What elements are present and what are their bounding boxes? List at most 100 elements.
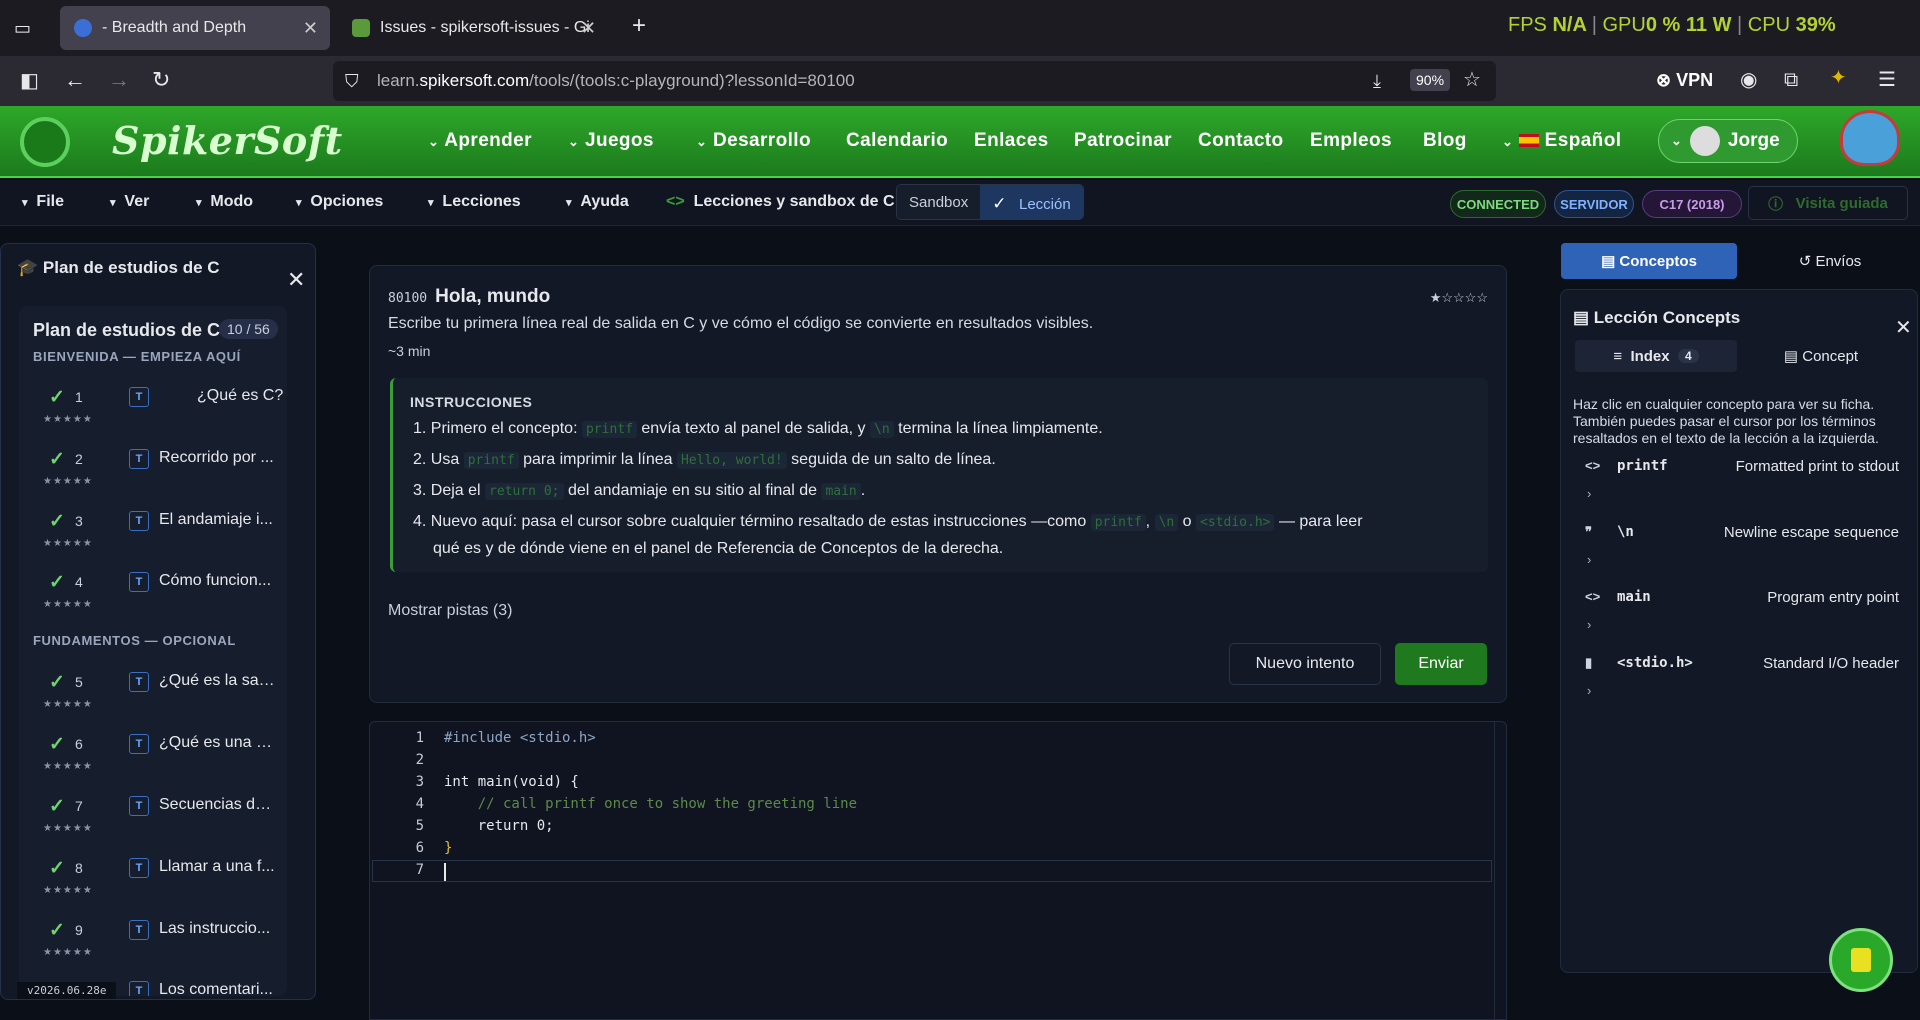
concept-term[interactable]: \n: [1154, 514, 1179, 531]
site-header: SpikerSoft ⌄ Aprender ⌄ Juegos ⌄ Desarro…: [0, 106, 1920, 178]
close-sidebar-icon[interactable]: ✕: [287, 269, 305, 291]
close-panel-icon[interactable]: ✕: [1895, 318, 1912, 338]
submit-button[interactable]: Enviar: [1395, 643, 1487, 685]
menu-ver[interactable]: ▾ Ver: [110, 193, 149, 211]
vpn-button[interactable]: ⊗ VPN: [1656, 70, 1713, 91]
close-tab-icon[interactable]: ✕: [581, 18, 596, 39]
check-icon: ✓: [49, 449, 65, 470]
line-number: 2: [415, 752, 424, 768]
concept-term[interactable]: printf: [1090, 514, 1146, 531]
download-icon[interactable]: ⤓: [1373, 71, 1381, 91]
line-number: 4: [415, 796, 424, 812]
tab-title: Issues - spikersoft-issues - Gitea: [380, 19, 590, 36]
menu-modo[interactable]: ▾ Modo: [196, 193, 253, 211]
nav-blog[interactable]: Blog: [1423, 130, 1467, 152]
tab-concepts[interactable]: ▤ Conceptos: [1561, 243, 1737, 279]
lesson-item[interactable]: ✓ 5 T ¿Qué es la sali... ★★★★★: [19, 663, 287, 725]
concept-item[interactable]: ❞ \n Newline escape sequence ›: [1571, 518, 1899, 580]
book-open-icon: ▤: [1601, 253, 1616, 270]
lesson-item[interactable]: ✓ 7 T Secuencias de... ★★★★★: [19, 787, 287, 849]
concept-term[interactable]: \n: [870, 421, 894, 438]
lesson-item[interactable]: ✓ 8 T Llamar a una f... ★★★★★: [19, 849, 287, 911]
account-icon[interactable]: ◉: [1740, 70, 1757, 90]
list-icon: ≡: [1613, 347, 1623, 365]
concept-item[interactable]: <> main Program entry point ›: [1571, 583, 1899, 645]
lesson-type-badge: T: [129, 920, 149, 940]
concept-term[interactable]: <stdio.h>: [1196, 514, 1275, 531]
show-hints-link[interactable]: Mostrar pistas (3): [388, 602, 512, 620]
line-number: 6: [415, 840, 424, 856]
menu-ayuda[interactable]: ▾ Ayuda: [566, 193, 629, 211]
lesson-item[interactable]: ✓ 6 T ¿Qué es una c... ★★★★★: [19, 725, 287, 787]
nav-enlaces[interactable]: Enlaces: [974, 130, 1049, 152]
menu-lecciones[interactable]: ▾ Lecciones: [428, 193, 521, 211]
browser-nav-bar: ◧ ← → ↻ ⛉ learn. spikersoft.com/tools/(to…: [0, 56, 1920, 106]
browser-tab-active[interactable]: - Breadth and Depth ✕: [60, 6, 330, 50]
retry-button[interactable]: Nuevo intento: [1229, 643, 1381, 685]
bookmark-star-icon[interactable]: ☆: [1463, 70, 1481, 90]
nav-juegos[interactable]: ⌄ Juegos: [568, 130, 654, 152]
editor-scrollbar[interactable]: [1494, 722, 1506, 1019]
notes-fab[interactable]: [1829, 928, 1893, 992]
user-menu[interactable]: ⌄ Jorge: [1658, 119, 1798, 163]
forward-icon[interactable]: →: [108, 69, 130, 91]
reload-icon[interactable]: ↻: [152, 69, 170, 91]
address-bar[interactable]: ⛉ learn. spikersoft.com/tools/(tools:c-pl…: [333, 61, 1496, 101]
concept-tab[interactable]: ▤ Concept: [1737, 340, 1905, 372]
browser-tab[interactable]: Issues - spikersoft-issues - Gitea ✕: [338, 6, 608, 50]
lesson-type-badge: T: [129, 449, 149, 469]
code-icon: <>: [1585, 458, 1601, 473]
index-tab[interactable]: ≡ Index 4: [1575, 340, 1737, 372]
concept-item[interactable]: ▮ <stdio.h> Standard I/O header ›: [1571, 649, 1899, 711]
lesson-item[interactable]: ✓ 2 T Recorrido por ... ★★★★★: [19, 440, 287, 502]
avatar: [1689, 126, 1720, 156]
concept-term[interactable]: main: [821, 483, 861, 500]
extensions-icon[interactable]: ⧉: [1784, 70, 1798, 90]
toggle-sandbox[interactable]: Sandbox: [897, 185, 981, 219]
check-icon: ✓: [49, 387, 65, 408]
lesson-item[interactable]: ✓ 3 T El andamiaje i... ★★★★★: [19, 502, 287, 564]
nav-contacto[interactable]: Contacto: [1198, 130, 1284, 152]
rating-stars: ★★★★★: [43, 761, 93, 772]
close-tab-icon[interactable]: ✕: [303, 18, 318, 39]
concept-item[interactable]: <> printf Formatted print to stdout ›: [1571, 452, 1899, 514]
lesson-item[interactable]: ✓ 1 T ¿Qué es C? ★★★★★: [19, 378, 287, 440]
tab-overview-icon[interactable]: ▭: [14, 18, 31, 38]
menu-opciones[interactable]: ▾ Opciones: [296, 193, 383, 211]
language-selector[interactable]: ⌄ Español: [1502, 130, 1621, 152]
code-line: }: [444, 840, 453, 856]
new-tab-icon[interactable]: +: [632, 14, 646, 38]
guided-tour-button[interactable]: ⓘ Visita guiada: [1748, 186, 1908, 220]
nav-patrocinar[interactable]: Patrocinar: [1074, 130, 1172, 152]
nav-desarrollo[interactable]: ⌄ Desarrollo: [696, 130, 811, 152]
menu-file[interactable]: ▾ File: [22, 193, 64, 211]
instructions-title: INSTRUCCIONES: [410, 394, 533, 410]
toggle-lesson[interactable]: ✓ Lección: [980, 185, 1083, 219]
tab-submissions[interactable]: ↺ Envíos: [1742, 243, 1918, 279]
check-icon: ✓: [49, 572, 65, 593]
instruction-step: 2. Usa printf para imprimir la línea Hel…: [413, 451, 996, 469]
back-icon[interactable]: ←: [64, 69, 86, 91]
code-editor[interactable]: 1 #include <stdio.h> 2 3 int main(void) …: [369, 721, 1507, 1020]
nav-empleos[interactable]: Empleos: [1310, 130, 1392, 152]
sidebar-toggle-icon[interactable]: ◧: [20, 71, 39, 91]
lesson-rating-stars[interactable]: ★☆☆☆☆: [1430, 290, 1488, 306]
concept-term[interactable]: printf: [463, 452, 519, 469]
vpn-icon: ⊗: [1656, 70, 1672, 90]
concept-term[interactable]: printf: [581, 421, 637, 438]
menu-icon[interactable]: ☰: [1878, 70, 1896, 90]
nav-calendario[interactable]: Calendario: [846, 130, 948, 152]
quote-icon: ❞: [1585, 524, 1592, 539]
code-icon: <>: [666, 193, 685, 210]
lesson-item[interactable]: ✓ 9 T Las instruccio... ★★★★★: [19, 911, 287, 973]
extension-badge-icon[interactable]: ✦: [1830, 68, 1847, 88]
site-logo[interactable]: SpikerSoft: [112, 118, 343, 163]
breadcrumb: <> Lecciones y sandbox de C: [666, 193, 895, 210]
lesson-type-badge: T: [129, 387, 149, 407]
zoom-badge[interactable]: 90%: [1410, 69, 1451, 91]
lesson-item[interactable]: ✓ 4 T Cómo funcion... ★★★★★: [19, 563, 287, 625]
concept-term[interactable]: return 0;: [485, 483, 564, 500]
nav-aprender[interactable]: ⌄ Aprender: [428, 130, 532, 152]
tab-title: - Breadth and Depth: [102, 19, 247, 36]
concept-term[interactable]: Hello, world!: [676, 452, 787, 469]
